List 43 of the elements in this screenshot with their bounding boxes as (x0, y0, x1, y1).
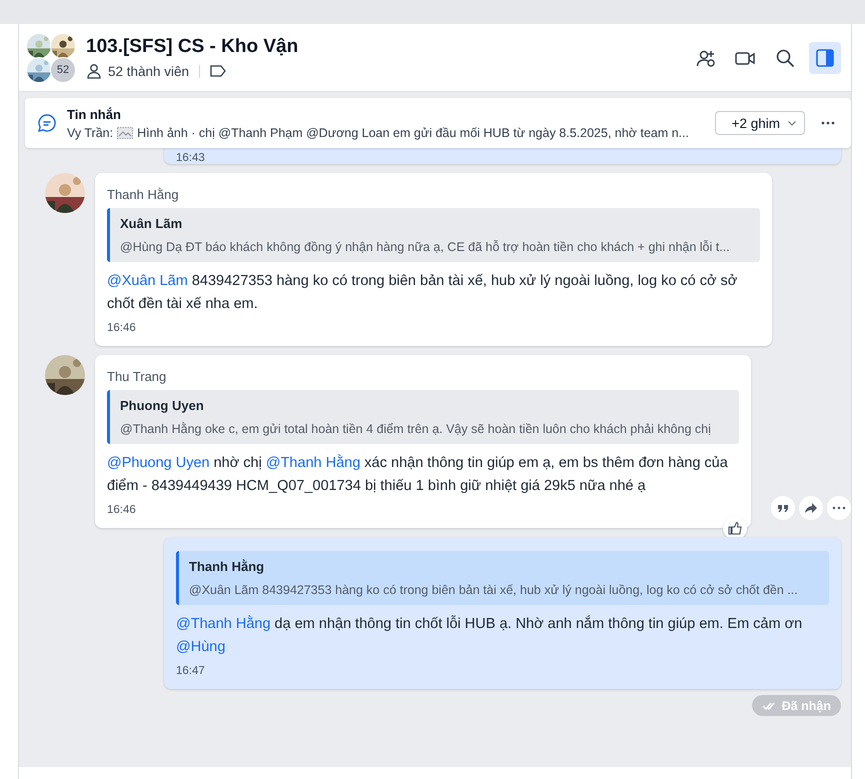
sender-name: Thanh Hằng (107, 187, 180, 202)
search-icon (775, 48, 795, 68)
double-check-icon (762, 700, 776, 710)
chat-bubble-icon (37, 113, 57, 133)
member-count-link[interactable]: 52 thành viên (108, 64, 190, 78)
sidebar-toggle-button[interactable] (809, 42, 841, 74)
group-title: 103.[SFS] CS - Kho Vận (86, 36, 300, 58)
mention-link[interactable]: @Xuân Lãm (107, 273, 188, 289)
message-time: 16:46 (107, 504, 137, 516)
thumbs-up-icon (728, 521, 742, 535)
mention-link[interactable]: @Thanh Hằng (176, 616, 271, 632)
quote-author: Xuân Lãm (120, 216, 184, 231)
forward-icon (804, 501, 818, 515)
member-count-badge: 52 (50, 56, 76, 82)
pinned-preview: Hình ảnh · chị @Thanh Phạm @Dương Loan em gửi đầu mối HUB từ ngày 8.5.2025, nhờ team n... (137, 126, 689, 140)
mention-link[interactable]: @Hùng (176, 639, 226, 655)
pinned-label: Tin nhắn (67, 106, 122, 122)
quote-text: @Thanh Hằng oke c, em gửi total hoàn tiền 4 điểm trên ạ. Vậy sẽ hoàn tiền luôn cho khách phải không chị (120, 422, 712, 436)
pinned-sender: Vy Trần: (67, 126, 114, 140)
pins-dropdown[interactable]: +2 ghim (714, 111, 805, 135)
quote-button[interactable] (771, 496, 795, 520)
message-text: @Phuong Uyen nhờ chị @Thanh Hằng xác nhận thông tin giúp em ạ, em bs thêm đơn hàng của điểm - 8439449439 HCM_Q07_001734 bị thiếu 1 bình giữ nhiệt giá 29k5 nữa nhé ạ (107, 453, 729, 496)
tag-icon[interactable] (210, 64, 226, 78)
caret-icon (788, 120, 796, 126)
message-time: 16:47 (176, 665, 206, 677)
sidebar-toggle-icon (815, 48, 835, 68)
mention-link[interactable]: @Phuong Uyen (107, 455, 210, 471)
quote-author: Phuong Uyen (120, 398, 205, 413)
members-icon (86, 63, 102, 79)
receipt-text: Đã nhận (782, 698, 831, 712)
more-icon (821, 121, 835, 125)
mention-link[interactable]: @Thanh Hằng (266, 455, 360, 471)
message-time: 16:43 (176, 152, 206, 164)
quote-text: @Xuân Lãm 8439427353 hàng ko có trong biên bản tài xế, hub xử lý ngoài luồng, log ko có cở sở chốt đền ... (189, 583, 799, 597)
quote-text: @Hùng Dạ ĐT báo khách không đồng ý nhận hàng nữa ạ, CE đã hỗ trợ hoàn tiền cho khách + ghi nhận lỗi t... (120, 240, 731, 254)
share-button[interactable] (799, 496, 823, 520)
image-thumbnail-icon (117, 126, 134, 138)
quote-author: Thanh Hằng (189, 559, 266, 574)
sender-name: Thu Trang (107, 369, 168, 384)
message-text: @Thanh Hằng dạ em nhận thông tin chốt lỗi HUB ạ. Nhờ anh nắm thông tin giúp em. Em cảm ơn @Hùng (176, 614, 804, 657)
message-time: 16:46 (107, 322, 137, 334)
message-text: @Xuân Lãm 8439427353 hàng ko có trong biên bản tài xế, hub xử lý ngoài luồng, log ko có cở sở chốt đền tài xế nha em. (107, 272, 738, 314)
more-button[interactable] (827, 496, 851, 520)
